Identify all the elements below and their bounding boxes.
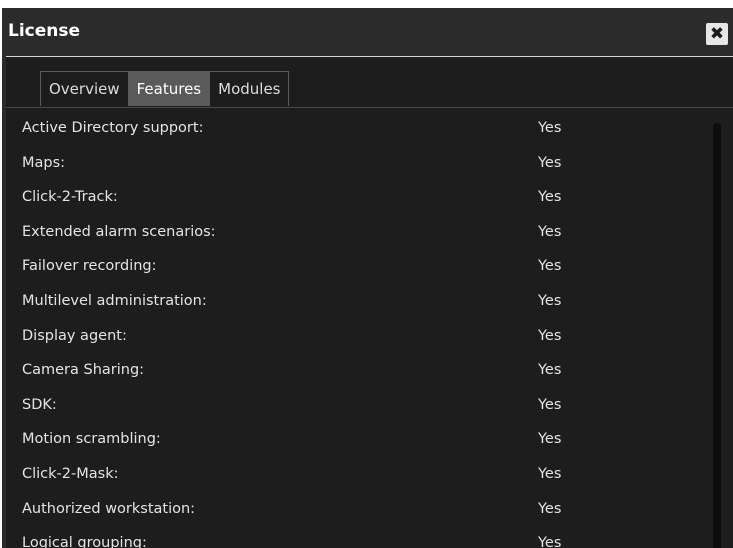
feature-value: Yes (538, 396, 562, 413)
vertical-scrollbar[interactable] (713, 123, 721, 548)
feature-row: Extended alarm scenarios: Yes (6, 217, 716, 252)
feature-value: Yes (538, 500, 562, 517)
feature-label: SDK: (22, 396, 57, 413)
feature-row: Display agent: Yes (6, 321, 716, 356)
feature-label: Logical grouping: (22, 535, 147, 548)
tab-bar: Overview Features Modules (40, 71, 290, 107)
feature-value: Yes (538, 292, 562, 309)
feature-list: Active Directory support: Yes Maps: Yes … (6, 113, 716, 548)
feature-value: Yes (538, 189, 562, 206)
tab-divider (6, 107, 733, 108)
feature-row: Active Directory support: Yes (6, 113, 716, 148)
feature-value: Yes (538, 327, 562, 344)
feature-row: Maps: Yes (6, 148, 716, 183)
feature-label: Authorized workstation: (22, 500, 196, 517)
tab-modules[interactable]: Modules (209, 71, 290, 106)
feature-value: Yes (538, 431, 562, 448)
dialog-titlebar: License ✖ (2, 8, 733, 56)
feature-label: Maps: (22, 154, 66, 171)
feature-row: Motion scrambling: Yes (6, 424, 716, 459)
feature-value: Yes (538, 154, 562, 171)
feature-value: Yes (538, 535, 562, 548)
feature-row: Authorized workstation: Yes (6, 494, 716, 529)
feature-row: Camera Sharing: Yes (6, 355, 716, 390)
close-icon: ✖ (709, 23, 725, 44)
license-dialog: License ✖ Overview Features Modules Acti… (2, 8, 733, 548)
feature-value: Yes (538, 120, 562, 136)
feature-value: Yes (538, 223, 562, 240)
close-button[interactable]: ✖ (706, 23, 728, 45)
feature-row: SDK: Yes (6, 390, 716, 425)
feature-label: Multilevel administration: (22, 292, 207, 309)
feature-label: Motion scrambling: (22, 431, 161, 448)
feature-label: Camera Sharing: (22, 362, 145, 379)
tab-features[interactable]: Features (127, 71, 211, 106)
feature-label: Extended alarm scenarios: (22, 223, 216, 240)
feature-row: Multilevel administration: Yes (6, 286, 716, 321)
dialog-content: Overview Features Modules Active Directo… (6, 57, 733, 548)
dialog-title: License (8, 21, 81, 41)
feature-value: Yes (538, 258, 562, 275)
tab-overview[interactable]: Overview (40, 71, 129, 106)
feature-row: Click-2-Track: Yes (6, 182, 716, 217)
feature-label: Display agent: (22, 327, 127, 344)
feature-row: Failover recording: Yes (6, 251, 716, 286)
feature-value: Yes (538, 465, 562, 482)
feature-row: Logical grouping: Yes (6, 528, 716, 548)
feature-label: Click-2-Track: (22, 189, 118, 206)
feature-label: Click-2-Mask: (22, 465, 119, 482)
feature-row: Click-2-Mask: Yes (6, 459, 716, 494)
feature-label: Active Directory support: (22, 120, 204, 136)
feature-value: Yes (538, 362, 562, 379)
feature-label: Failover recording: (22, 258, 157, 275)
